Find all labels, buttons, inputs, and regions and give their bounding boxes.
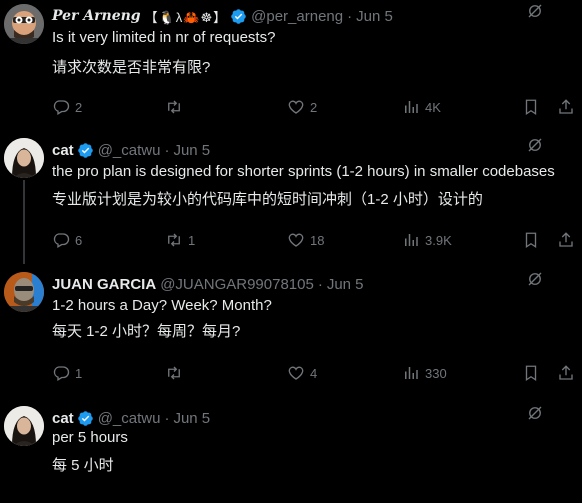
- share-upload-icon: [559, 99, 573, 114]
- handle[interactable]: @per_arneng: [251, 8, 343, 25]
- grok-slash-icon[interactable]: [526, 2, 544, 20]
- name-badges: 【🐧λ🦀☸】: [144, 9, 228, 25]
- verified-badge-icon: [231, 8, 246, 24]
- heart-icon: [288, 233, 304, 247]
- reply-4: cat @_catwu · Jun 5 per 5 hours 每 5 小时: [0, 402, 582, 503]
- timestamp[interactable]: Jun 5: [327, 276, 364, 293]
- reply-button[interactable]: 1: [52, 364, 82, 382]
- view-count: 330: [425, 365, 447, 381]
- reply-text-zh: 每天 1-2 小时？每周？每月?: [52, 323, 241, 340]
- reply-2: cat @_catwu · Jun 5 the pro plan is desi…: [0, 134, 582, 264]
- views-button[interactable]: 4K: [402, 98, 441, 116]
- share-upload-icon: [559, 365, 573, 380]
- repost-button[interactable]: [165, 364, 188, 382]
- display-name[interactable]: cat: [52, 410, 74, 427]
- repost-arrows-icon: [168, 366, 180, 380]
- like-button[interactable]: 18: [287, 231, 324, 249]
- handle[interactable]: @_catwu: [98, 142, 161, 159]
- timestamp[interactable]: Jun 5: [173, 410, 210, 427]
- display-name[interactable]: cat: [52, 142, 74, 159]
- bookmark-icon: [525, 365, 537, 382]
- avatar-photo: [4, 138, 44, 178]
- like-button[interactable]: 2: [287, 98, 317, 116]
- bookmark-button[interactable]: [522, 364, 540, 382]
- bookmark-icon: [525, 232, 537, 249]
- display-name[interactable]: JUAN GARCIA: [52, 276, 156, 293]
- timestamp[interactable]: Jun 5: [356, 8, 393, 25]
- view-count: 4K: [425, 99, 441, 115]
- like-button[interactable]: 4: [287, 364, 317, 382]
- display-name[interactable]: Per Arneng: [52, 8, 141, 24]
- reply-text-en: the pro plan is designed for shorter spr…: [52, 163, 555, 180]
- reply-button[interactable]: 6: [52, 231, 82, 249]
- share-button[interactable]: [557, 231, 575, 249]
- grok-slash-icon[interactable]: [526, 404, 544, 422]
- reply-text-zh: 请求次数是否非常有限?: [52, 59, 211, 76]
- avatar-illustration: [4, 4, 44, 44]
- reply-header: Per Arneng 【🐧λ🦀☸】 @per_arneng · Jun 5: [52, 6, 393, 26]
- reply-header: JUAN GARCIA @JUANGAR99078105 · Jun 5: [52, 274, 364, 294]
- reply-bubble-icon: [53, 100, 70, 115]
- reply-button[interactable]: 2: [52, 98, 82, 116]
- avatar-photo: [4, 272, 44, 312]
- action-bar: 6 1 18 3.9K: [52, 231, 573, 251]
- heart-icon: [288, 100, 304, 114]
- reply-text-en: 1-2 hours a Day? Week? Month?: [52, 297, 272, 314]
- reply-count: 1: [75, 365, 83, 381]
- verified-badge-icon: [77, 410, 93, 426]
- separator-dot: ·: [164, 141, 170, 159]
- bookmark-button[interactable]: [522, 231, 540, 249]
- reply-text-zh: 专业版计划是为较小的代码库中的短时间冲刺（1-2 小时）设计的: [52, 191, 483, 208]
- repost-arrows-icon: [168, 233, 180, 247]
- separator-dot: ·: [347, 7, 353, 25]
- reply-header: cat @_catwu · Jun 5: [52, 140, 210, 160]
- separator-dot: ·: [164, 409, 170, 427]
- views-bars-icon: [405, 101, 418, 113]
- handle[interactable]: @JUANGAR99078105: [160, 276, 314, 293]
- handle[interactable]: @_catwu: [98, 410, 161, 427]
- views-bars-icon: [405, 367, 418, 379]
- reply-text-en: Is it very limited in nr of requests?: [52, 29, 276, 46]
- heart-icon: [288, 366, 304, 380]
- reply-count: 2: [75, 99, 83, 115]
- timestamp[interactable]: Jun 5: [173, 142, 210, 159]
- reply-bubble-icon: [53, 366, 70, 381]
- reply-1: Per Arneng 【🐧λ🦀☸】 @per_arneng · Jun 5 Is…: [0, 0, 582, 130]
- verified-badge-icon: [77, 142, 93, 158]
- views-button[interactable]: 3.9K: [402, 231, 452, 249]
- like-count: 4: [310, 365, 318, 381]
- share-upload-icon: [559, 232, 573, 247]
- reply-text-en: per 5 hours: [52, 429, 128, 446]
- separator-dot: ·: [317, 275, 323, 293]
- avatar-cat[interactable]: [4, 406, 44, 446]
- share-button[interactable]: [557, 364, 575, 382]
- view-count: 3.9K: [425, 232, 452, 248]
- repost-count: 1: [188, 232, 196, 248]
- reply-text-zh: 每 5 小时: [52, 457, 114, 474]
- action-bar: 2 2 4K: [52, 98, 573, 118]
- bookmark-button[interactable]: [522, 98, 540, 116]
- avatar-per-arneng[interactable]: [4, 4, 44, 44]
- like-count: 18: [310, 232, 325, 248]
- repost-button[interactable]: [165, 98, 188, 116]
- reply-header: cat @_catwu · Jun 5: [52, 408, 210, 428]
- grok-slash-icon[interactable]: [526, 270, 544, 288]
- repost-arrows-icon: [168, 100, 180, 114]
- avatar-juan-garcia[interactable]: [4, 272, 44, 312]
- like-count: 2: [310, 99, 318, 115]
- action-bar: 1 4 330: [52, 364, 573, 384]
- grok-slash-icon[interactable]: [526, 136, 544, 154]
- reply-3: JUAN GARCIA @JUANGAR99078105 · Jun 5 1-2…: [0, 268, 582, 398]
- thread-line: [23, 180, 25, 264]
- reply-count: 6: [75, 232, 83, 248]
- repost-button[interactable]: 1: [165, 231, 195, 249]
- avatar-cat[interactable]: [4, 138, 44, 178]
- share-button[interactable]: [557, 98, 575, 116]
- views-button[interactable]: 330: [402, 364, 447, 382]
- views-bars-icon: [405, 234, 418, 246]
- avatar-photo: [4, 406, 44, 446]
- bookmark-icon: [525, 99, 537, 116]
- reply-bubble-icon: [53, 233, 70, 248]
